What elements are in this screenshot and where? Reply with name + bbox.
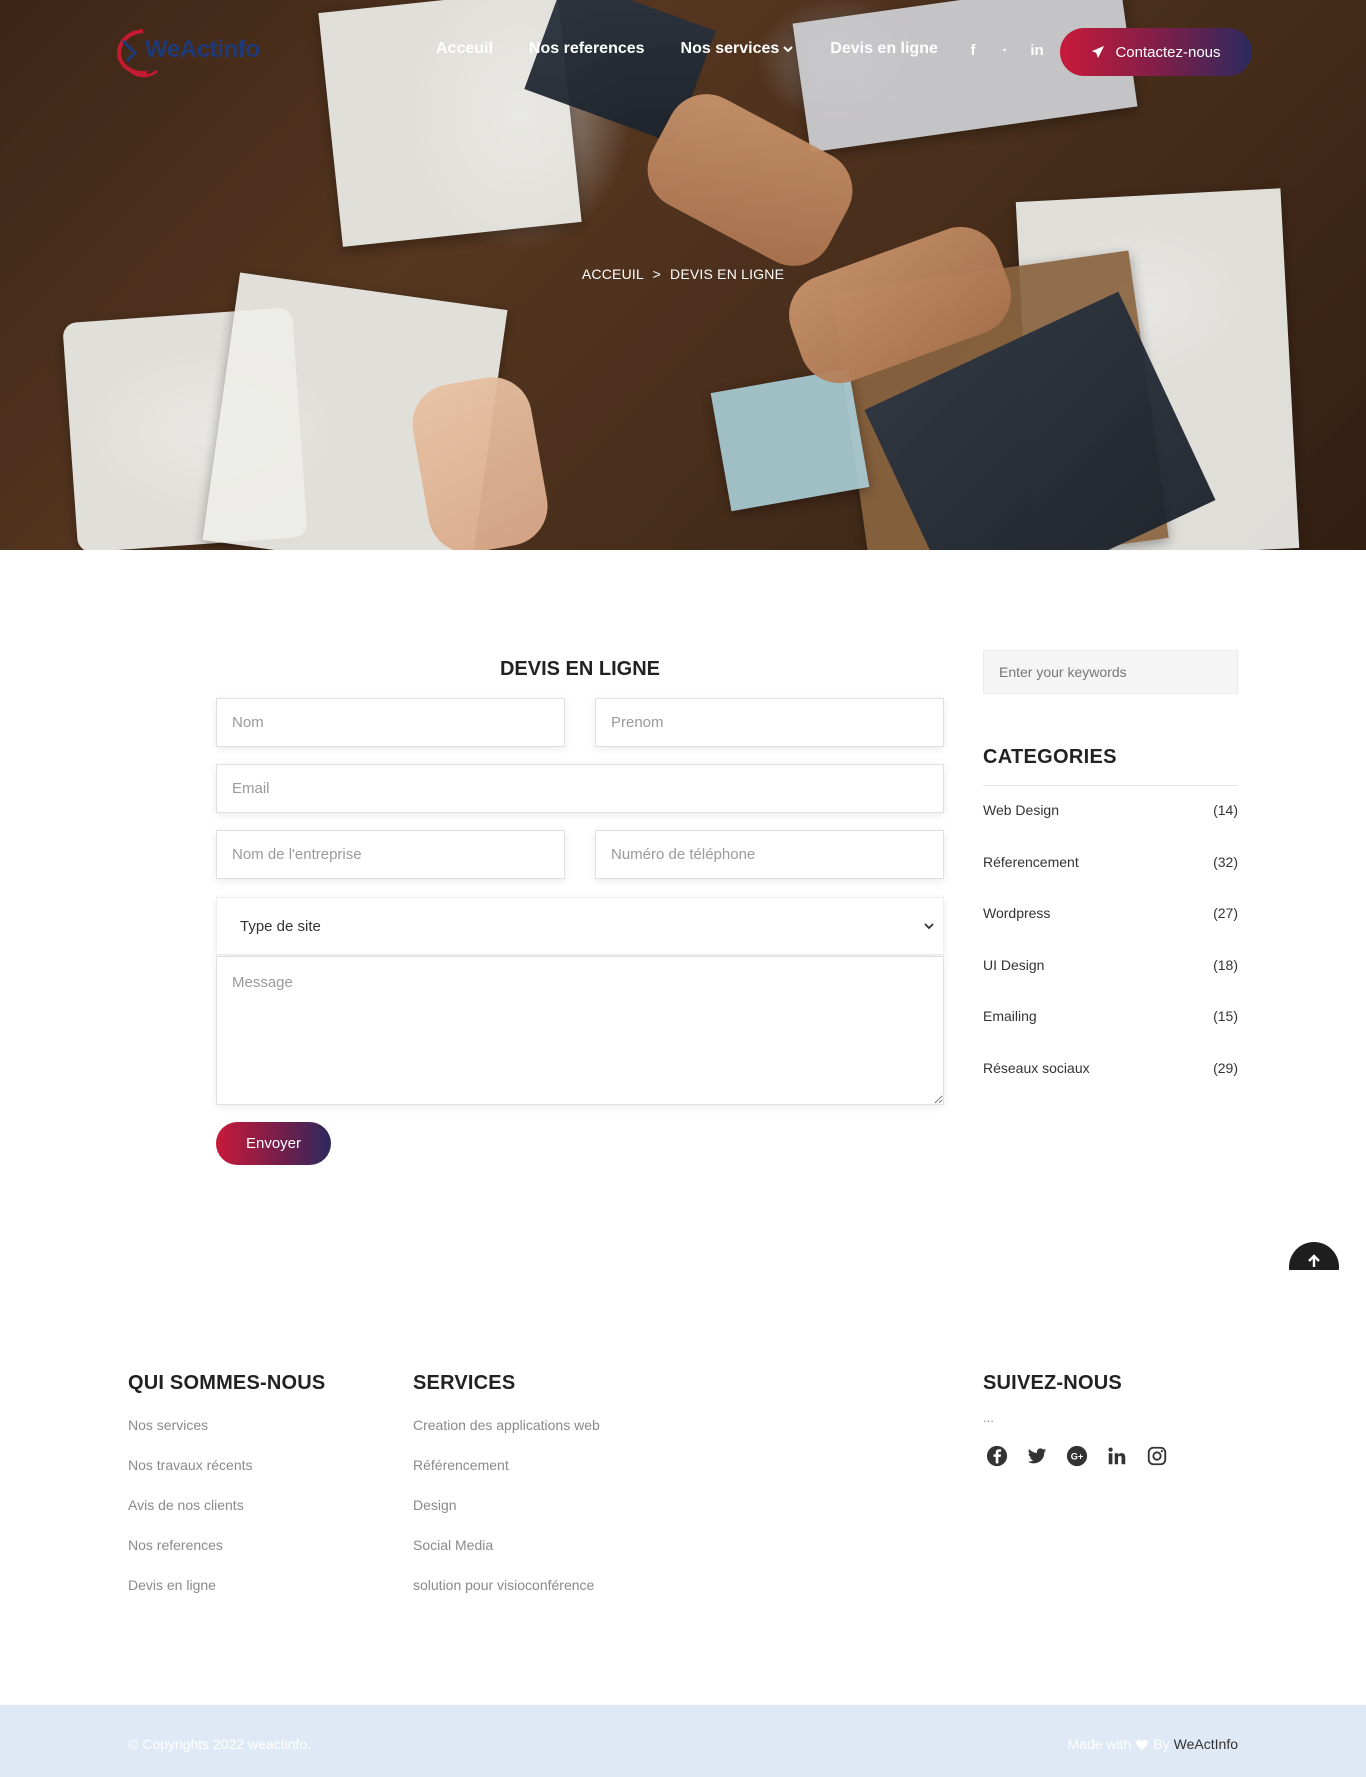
form-title: DEVIS EN LIGNE — [499, 658, 661, 680]
category-label: Réferencement — [983, 853, 1079, 870]
category-label: Web Design — [983, 802, 1060, 818]
footer-link[interactable]: Référencement — [413, 1457, 600, 1497]
copyright-bar: © Copyrights 2022 weactinfo. Made with B… — [0, 1705, 1366, 1777]
footer-link[interactable]: Social Media — [413, 1537, 600, 1577]
nav-social-links: f · in — [966, 42, 1044, 59]
category-count: (18) — [1213, 956, 1238, 973]
send-button[interactable]: Envoyer — [216, 1122, 331, 1165]
footer-follow-title: SUIVEZ-NOUS — [983, 1372, 1122, 1394]
footer-link[interactable]: Devis en ligne — [128, 1577, 253, 1617]
nav-services-label: Nos services — [680, 40, 780, 57]
email-field[interactable] — [216, 764, 944, 813]
breadcrumb-home[interactable]: ACCEUIL — [582, 266, 644, 282]
category-label: Wordpress — [983, 905, 1051, 921]
category-item[interactable]: UI Design (18) — [983, 957, 1238, 1009]
brand-link[interactable]: WeActInfo — [1174, 1736, 1238, 1752]
search-input[interactable] — [983, 650, 1238, 694]
footer-about-links: Nos services Nos travaux récents Avis de… — [128, 1417, 253, 1617]
category-item[interactable]: Réseaux sociaux (29) — [983, 1060, 1238, 1112]
category-item[interactable]: Emailing (15) — [983, 1008, 1238, 1060]
breadcrumb-separator: > — [652, 266, 661, 282]
category-count: (14) — [1213, 802, 1238, 818]
made-with-credit: Made with By WeActInfo — [1068, 1736, 1238, 1752]
breadcrumb: ACCEUIL > DEVIS EN LIGNE — [0, 266, 1366, 282]
category-item[interactable]: Web Design (14) — [983, 802, 1238, 854]
category-count: (15) — [1213, 1008, 1238, 1024]
nav-link-acceuil[interactable]: Acceuil — [436, 40, 493, 58]
category-label: UI Design — [983, 956, 1045, 973]
site-type-selected: Type de site — [240, 917, 321, 935]
linkedin-icon[interactable] — [1106, 1445, 1128, 1467]
main-menu: Acceuil Nos references Nos services Devi… — [436, 40, 974, 58]
contact-button[interactable]: Contactez-nous — [1060, 28, 1252, 76]
twitter-icon[interactable]: · — [998, 42, 1012, 59]
contact-button-label: Contactez-nous — [1115, 43, 1221, 61]
category-item[interactable]: Wordpress (27) — [983, 905, 1238, 957]
categories-list: Web Design (14) Réferencement (32) Wordp… — [983, 802, 1238, 1111]
footer-link[interactable]: Nos references — [128, 1537, 253, 1577]
footer-link[interactable]: Nos services — [128, 1417, 253, 1457]
footer-services-links: Creation des applications web Référencem… — [413, 1417, 600, 1617]
categories-divider — [983, 785, 1238, 786]
footer-follow-text: ... — [983, 1410, 994, 1425]
back-to-top-button[interactable] — [1289, 1242, 1339, 1270]
footer-social-icons: G+ — [986, 1445, 1168, 1467]
facebook-icon[interactable]: f — [966, 42, 980, 59]
heart-icon — [1136, 1739, 1149, 1750]
nav-link-references[interactable]: Nos references — [529, 40, 645, 58]
category-count: (27) — [1213, 905, 1238, 921]
twitter-icon[interactable] — [1026, 1445, 1048, 1467]
category-item[interactable]: Réferencement (32) — [983, 854, 1238, 906]
site-logo[interactable]: WeActinfo — [113, 27, 273, 79]
category-count: (29) — [1213, 1059, 1238, 1076]
nav-link-devis[interactable]: Devis en ligne — [830, 40, 938, 58]
site-type-select[interactable]: Type de site — [216, 897, 944, 955]
footer-link[interactable]: Design — [413, 1497, 600, 1537]
message-field[interactable] — [216, 956, 944, 1105]
instagram-icon[interactable] — [1146, 1445, 1168, 1467]
arrow-up-icon — [1308, 1254, 1320, 1267]
footer-link[interactable]: solution pour visioconférence — [413, 1577, 600, 1617]
telephone-field[interactable] — [595, 830, 944, 879]
prenom-field[interactable] — [595, 698, 944, 747]
footer-services-title: SERVICES — [413, 1372, 516, 1394]
nav-link-services[interactable]: Nos services — [681, 40, 795, 58]
categories-title: CATEGORIES — [983, 746, 1117, 768]
footer-link[interactable]: Creation des applications web — [413, 1417, 600, 1457]
logo-text: WeActinfo — [145, 36, 260, 63]
google-plus-icon[interactable]: G+ — [1066, 1445, 1088, 1467]
breadcrumb-current: DEVIS EN LIGNE — [670, 266, 785, 282]
category-label: Réseaux sociaux — [983, 1059, 1090, 1076]
copyright-text: © Copyrights 2022 weactinfo. — [128, 1736, 312, 1752]
footer-about-title: QUI SOMMES-NOUS — [128, 1372, 326, 1394]
category-count: (32) — [1213, 853, 1238, 870]
by-label: By — [1153, 1736, 1170, 1752]
linkedin-icon[interactable]: in — [1030, 42, 1044, 59]
category-label: Emailing — [983, 1008, 1037, 1024]
footer-link[interactable]: Nos travaux récents — [128, 1457, 253, 1497]
made-with-label: Made with — [1067, 1736, 1132, 1752]
paper-plane-icon — [1092, 45, 1105, 59]
chevron-down-icon — [924, 923, 934, 930]
facebook-icon[interactable] — [986, 1445, 1008, 1467]
entreprise-field[interactable] — [216, 830, 565, 879]
nom-field[interactable] — [216, 698, 565, 747]
top-navbar: WeActinfo Acceuil Nos references Nos ser… — [0, 0, 1366, 100]
footer-link[interactable]: Avis de nos clients — [128, 1497, 253, 1537]
svg-text:G+: G+ — [1071, 1452, 1083, 1462]
hero-sticky-note — [710, 368, 870, 512]
chevron-down-icon — [783, 46, 793, 53]
